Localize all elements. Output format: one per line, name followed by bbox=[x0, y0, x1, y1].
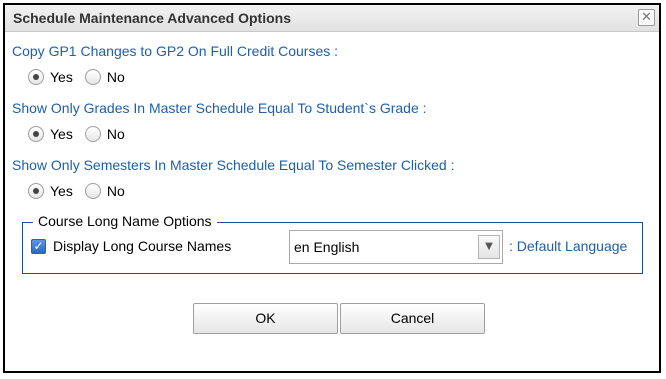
question-semesters-label: Show Only Semesters In Master Schedule E… bbox=[12, 157, 455, 173]
language-select[interactable]: en English ▼ bbox=[289, 230, 503, 264]
dialog-titlebar: Schedule Maintenance Advanced Options ✕ bbox=[5, 5, 659, 32]
radio-grades-yes-label[interactable]: Yes bbox=[50, 126, 73, 142]
fieldset-legend: Course Long Name Options bbox=[33, 213, 217, 229]
question-grades-label: Show Only Grades In Master Schedule Equa… bbox=[12, 100, 427, 116]
advanced-options-dialog: Schedule Maintenance Advanced Options ✕ … bbox=[3, 3, 661, 373]
cancel-button[interactable]: Cancel bbox=[340, 303, 485, 334]
radio-semesters-no-label[interactable]: No bbox=[107, 183, 125, 199]
radio-semesters-yes-label[interactable]: Yes bbox=[50, 183, 73, 199]
display-long-names-label[interactable]: Display Long Course Names bbox=[53, 238, 231, 254]
radio-grades-yes[interactable] bbox=[28, 126, 44, 142]
radio-semesters-no[interactable] bbox=[84, 183, 101, 199]
ok-button[interactable]: OK bbox=[193, 303, 338, 334]
course-long-name-fieldset: Course Long Name Options ✓ Display Long … bbox=[22, 213, 643, 274]
chevron-down-icon[interactable]: ▼ bbox=[478, 235, 500, 259]
radio-copy-gp1-yes-label[interactable]: Yes bbox=[50, 69, 73, 85]
language-select-value: en English bbox=[294, 239, 360, 255]
radio-grades-no[interactable] bbox=[84, 126, 101, 142]
radio-copy-gp1-yes[interactable] bbox=[28, 69, 44, 85]
question-semesters-options: Yes No bbox=[28, 182, 137, 200]
question-copy-gp1-label: Copy GP1 Changes to GP2 On Full Credit C… bbox=[12, 43, 339, 59]
close-icon[interactable]: ✕ bbox=[638, 9, 655, 26]
radio-copy-gp1-no[interactable] bbox=[84, 69, 101, 85]
radio-grades-no-label[interactable]: No bbox=[107, 126, 125, 142]
question-copy-gp1-options: Yes No bbox=[28, 68, 137, 86]
question-grades-options: Yes No bbox=[28, 125, 137, 143]
display-long-names-checkbox[interactable]: ✓ bbox=[31, 239, 46, 254]
default-language-label: : Default Language bbox=[509, 238, 628, 254]
radio-semesters-yes[interactable] bbox=[28, 183, 44, 199]
radio-copy-gp1-no-label[interactable]: No bbox=[107, 69, 125, 85]
dialog-title: Schedule Maintenance Advanced Options bbox=[13, 10, 291, 26]
